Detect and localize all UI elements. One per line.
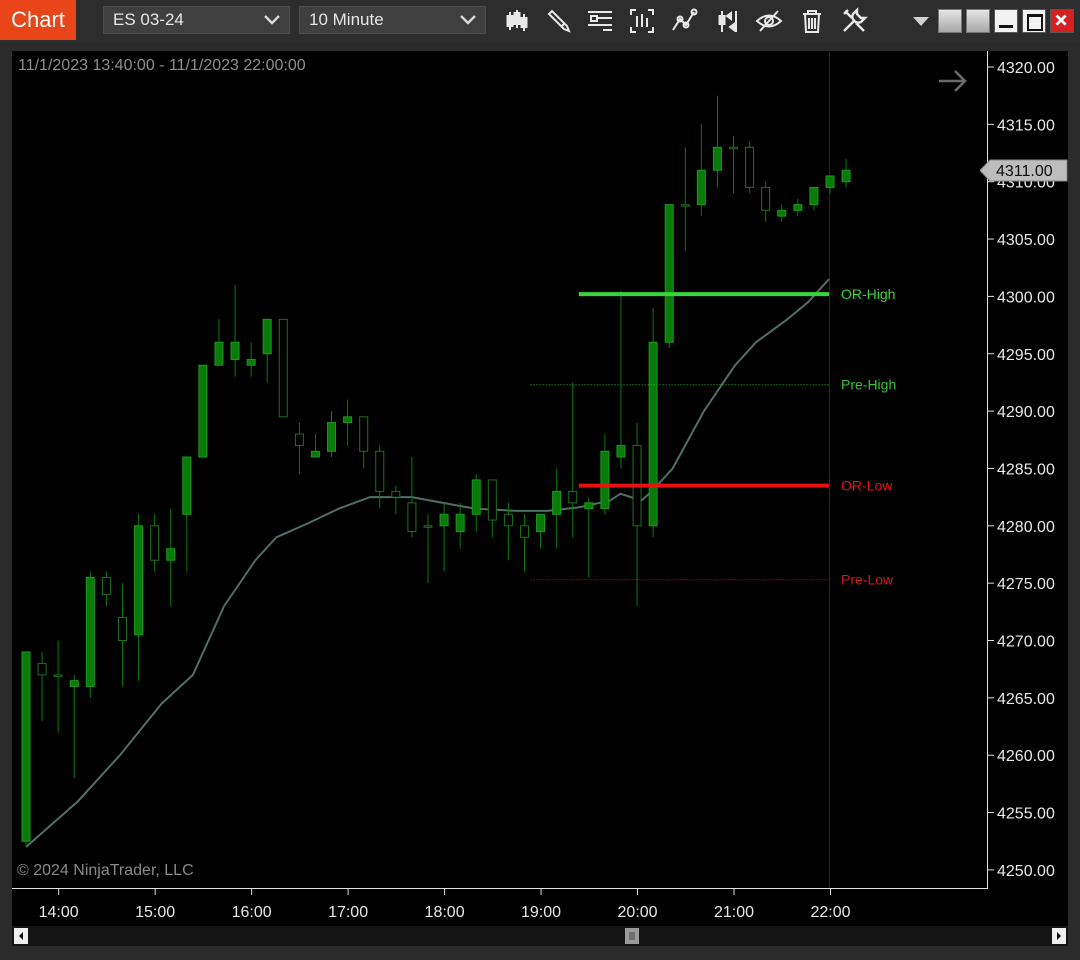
- last-price-label: 4311.00: [996, 163, 1053, 180]
- scrollbar-thumb[interactable]: [625, 928, 639, 944]
- last-price-flag: 4311.00: [980, 159, 1068, 182]
- show-hide-icon[interactable]: [754, 6, 784, 36]
- date-range-label: 11/1/2023 13:40:00 - 11/1/2023 22:00:00: [18, 57, 306, 74]
- window-tile-2-icon[interactable]: [966, 9, 990, 33]
- data-box-icon[interactable]: [627, 6, 657, 36]
- properties-icon[interactable]: [839, 6, 869, 36]
- chevron-down-icon: [264, 15, 280, 25]
- chevron-down-icon: [460, 15, 476, 25]
- window-tile-1-icon[interactable]: [938, 9, 962, 33]
- chart-toolbar: Chart ES 03-24 10 Minute: [0, 0, 1080, 42]
- time-axis[interactable]: [12, 888, 1068, 926]
- minimize-icon[interactable]: [994, 9, 1018, 33]
- horizontal-scrollbar[interactable]: [12, 926, 1068, 946]
- strategies-icon[interactable]: [712, 6, 742, 36]
- chevron-left-icon: [19, 932, 23, 940]
- scroll-right-button[interactable]: [1052, 928, 1066, 944]
- scroll-left-button[interactable]: [14, 928, 28, 944]
- bar-type-icon[interactable]: [502, 6, 532, 36]
- drawing-tool-icon[interactable]: [544, 6, 574, 36]
- grip-icon: [629, 932, 635, 940]
- close-icon[interactable]: [1050, 9, 1074, 33]
- instrument-selector-value: ES 03-24: [113, 10, 184, 29]
- copyright-label: © 2024 NinjaTrader, LLC: [17, 862, 194, 879]
- instrument-selector[interactable]: ES 03-24: [103, 6, 290, 34]
- interval-selector-value: 10 Minute: [309, 10, 384, 29]
- delete-icon[interactable]: [797, 6, 827, 36]
- indicators-icon[interactable]: [669, 6, 699, 36]
- interval-selector[interactable]: 10 Minute: [299, 6, 486, 34]
- chevron-right-icon: [1057, 932, 1061, 940]
- menu-dropdown-icon[interactable]: [912, 14, 930, 28]
- drawing-objects-icon[interactable]: [585, 6, 615, 36]
- scroll-to-latest-arrow-icon[interactable]: [936, 66, 970, 96]
- maximize-icon[interactable]: [1022, 9, 1046, 33]
- price-panel[interactable]: [12, 51, 987, 888]
- chart-tab[interactable]: Chart: [0, 0, 76, 40]
